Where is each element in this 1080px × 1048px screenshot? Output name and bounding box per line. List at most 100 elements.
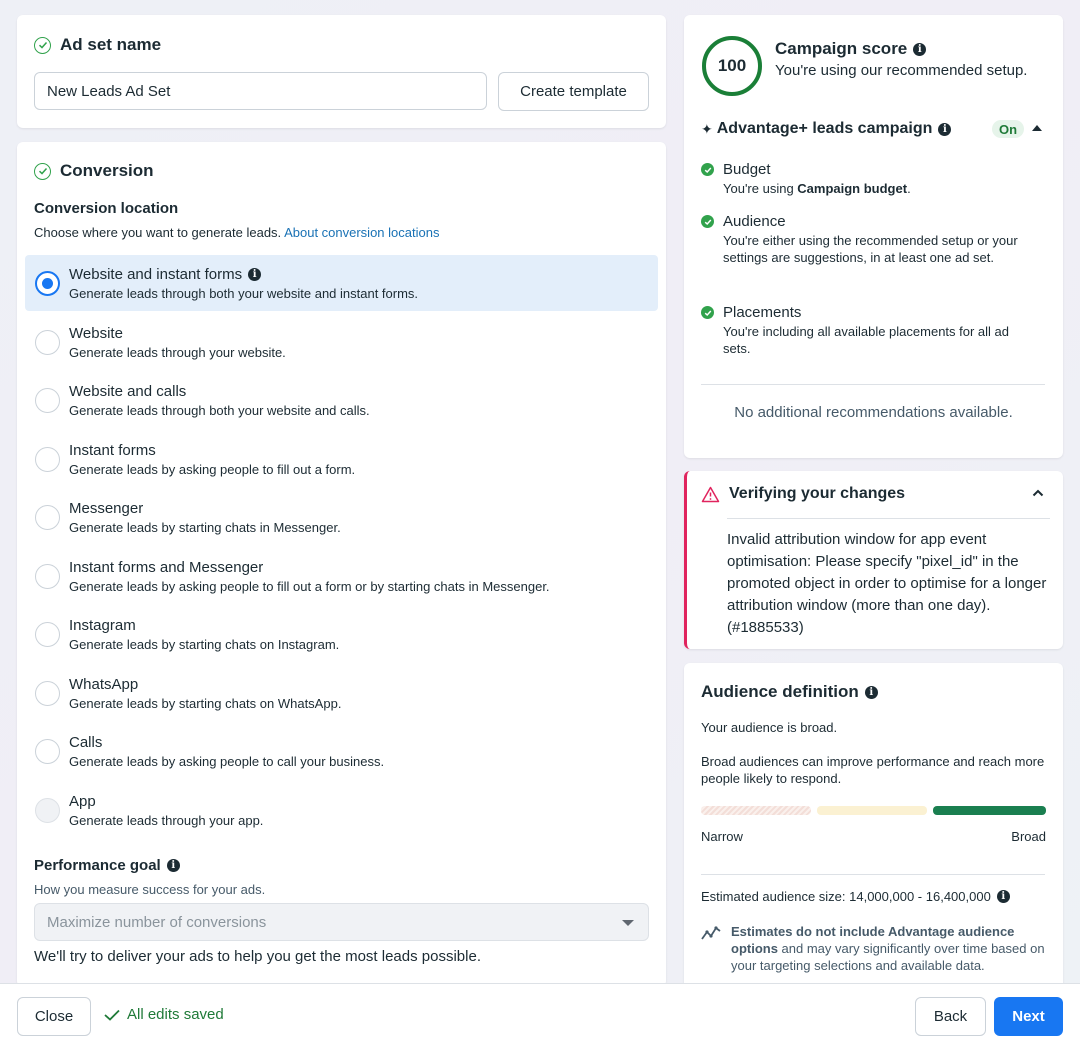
info-icon[interactable]: i xyxy=(913,42,927,56)
option-description: Generate leads by starting chats on What… xyxy=(69,695,342,711)
option-title-text: Instagram xyxy=(69,617,136,634)
check-icon xyxy=(701,163,714,176)
option-title: Website and calls xyxy=(69,383,186,400)
option-description: Generate leads through your website. xyxy=(69,344,286,360)
footer-bar: Close All edits saved Back Next xyxy=(0,983,1080,1048)
recommendation-title: Placements xyxy=(723,304,802,321)
option-title: Instagram xyxy=(69,617,136,634)
conversion-option[interactable]: Website and instant forms i Generate leads… xyxy=(25,255,658,311)
radio-button[interactable] xyxy=(35,446,60,472)
option-title: WhatsApp xyxy=(69,676,138,693)
option-description: Generate leads by asking people to call … xyxy=(69,754,385,769)
option-title: Instant forms xyxy=(69,442,156,459)
chevron-up-icon[interactable] xyxy=(1032,489,1044,497)
conversion-option[interactable]: Website Generate leads through your websi… xyxy=(25,314,658,370)
sparkle-icon: ✦ xyxy=(701,120,713,137)
check-icon xyxy=(701,306,714,319)
option-description: Generate leads by asking people to fill … xyxy=(69,578,550,594)
info-icon[interactable]: i xyxy=(248,268,262,281)
helper-text: Choose where you want to generate leads. xyxy=(34,225,282,240)
desc-text: You're using xyxy=(723,181,798,196)
info-icon[interactable]: i xyxy=(996,890,1010,903)
info-icon[interactable]: i xyxy=(938,122,952,136)
option-title-text: Instant forms xyxy=(69,441,156,459)
option-description: Generate leads through both your website… xyxy=(69,403,370,418)
audience-meter-narrow xyxy=(701,806,811,815)
recommendation-title: Budget xyxy=(723,161,771,178)
info-icon[interactable]: i xyxy=(864,685,878,699)
verifying-header[interactable]: Verifying your changes xyxy=(701,485,905,503)
conversion-title: Conversion xyxy=(60,161,154,180)
recommendation-placements: Placements You're including all availabl… xyxy=(701,304,1046,356)
radio-button xyxy=(35,797,60,823)
performance-goal-value: Maximize number of conversions xyxy=(47,913,267,931)
create-template-button[interactable]: Create template xyxy=(498,72,649,111)
option-title-text: WhatsApp xyxy=(69,675,139,693)
option-title-text: Calls xyxy=(69,734,103,751)
adset-name-title: Ad set name xyxy=(60,35,162,54)
radio-button[interactable] xyxy=(35,505,60,530)
audience-meter-specific xyxy=(817,806,927,815)
check-icon xyxy=(104,1009,120,1021)
radio-button[interactable] xyxy=(35,329,60,355)
recommendation-budget: Budget You're using Campaign budget. xyxy=(701,161,1046,201)
back-button[interactable]: Back xyxy=(915,997,986,1036)
save-status-label: All edits saved xyxy=(127,1006,224,1023)
conversion-option[interactable]: Instant forms Generate leads by asking pe… xyxy=(25,431,658,487)
performance-goal-note: We'll try to deliver your ads to help yo… xyxy=(34,948,481,965)
divider xyxy=(727,518,1050,519)
warning-icon xyxy=(701,486,720,502)
radio-button[interactable] xyxy=(35,739,60,764)
campaign-score-value: 100 xyxy=(717,56,747,75)
desc-bold: Campaign budget xyxy=(797,181,908,196)
option-description: Generate leads by asking people to fill … xyxy=(69,461,356,477)
option-title-text: Website and instant forms xyxy=(69,266,243,283)
info-icon[interactable]: i xyxy=(166,859,180,872)
option-description: Generate leads by starting chats on Inst… xyxy=(69,637,340,652)
option-title-text: Instant forms and Messenger xyxy=(69,558,264,576)
radio-button[interactable] xyxy=(35,388,60,413)
conversion-option[interactable]: Instant forms and Messenger Generate lead… xyxy=(25,548,658,604)
divider xyxy=(701,384,1045,385)
check-icon xyxy=(701,215,714,228)
radio-button[interactable] xyxy=(35,271,60,296)
conversion-option[interactable]: Calls Generate leads by asking people to … xyxy=(25,723,658,779)
conversion-option[interactable]: Messenger Generate leads by starting chat… xyxy=(25,489,658,545)
chevron-up-icon[interactable] xyxy=(1032,125,1042,131)
conversion-option[interactable]: WhatsApp Generate leads by starting chats… xyxy=(25,665,658,721)
close-button[interactable]: Close xyxy=(17,997,91,1036)
estimate-text: and may vary significantly over time bas… xyxy=(731,941,1045,973)
option-title: Website and instant forms i xyxy=(69,266,262,283)
chevron-down-icon xyxy=(622,920,634,926)
adset-name-input[interactable]: New Leads Ad Set xyxy=(34,72,487,110)
advantage-header[interactable]: ✦ Advantage+ leads campaign i xyxy=(701,120,952,138)
performance-goal-label: Performance goal xyxy=(34,857,161,874)
audience-title: Audience definition xyxy=(701,682,859,701)
conversion-header: Conversion xyxy=(34,161,154,181)
divider xyxy=(701,874,1045,875)
adset-name-card: Ad set name New Leads Ad Set Create temp… xyxy=(17,15,666,128)
narrow-label: Narrow xyxy=(701,829,743,844)
radio-button[interactable] xyxy=(35,680,60,706)
performance-goal-select[interactable]: Maximize number of conversions xyxy=(34,903,649,941)
conversion-location-helper: Choose where you want to generate leads.… xyxy=(34,225,439,240)
check-circle-icon xyxy=(34,36,51,54)
option-title-text: Website and calls xyxy=(69,383,187,400)
option-title: Calls xyxy=(69,734,102,751)
campaign-score-card: 100 Campaign score i You're using our re… xyxy=(684,15,1063,458)
about-conversion-locations-link[interactable]: About conversion locations xyxy=(284,225,439,240)
next-button[interactable]: Next xyxy=(994,997,1063,1036)
performance-goal-helper: How you measure success for your ads. xyxy=(34,882,266,897)
save-status: All edits saved xyxy=(104,1006,224,1023)
radio-button[interactable] xyxy=(35,563,60,589)
audience-size: Estimated audience size: 14,000,000 - 16… xyxy=(701,889,1010,904)
advantage-title: Advantage+ leads campaign xyxy=(716,120,933,137)
audience-header: Audience definition i xyxy=(701,682,878,702)
campaign-score-header: Campaign score i xyxy=(775,39,927,59)
conversion-option[interactable]: Instagram Generate leads by starting chat… xyxy=(25,606,658,662)
conversion-option[interactable]: Website and calls Generate leads through … xyxy=(25,372,658,428)
option-description: Generate leads through both your website… xyxy=(69,286,419,301)
audience-size-text: Estimated audience size: 14,000,000 - 16… xyxy=(701,889,991,904)
verifying-changes-card: Verifying your changes Invalid attributi… xyxy=(684,471,1063,649)
radio-button[interactable] xyxy=(35,622,60,647)
